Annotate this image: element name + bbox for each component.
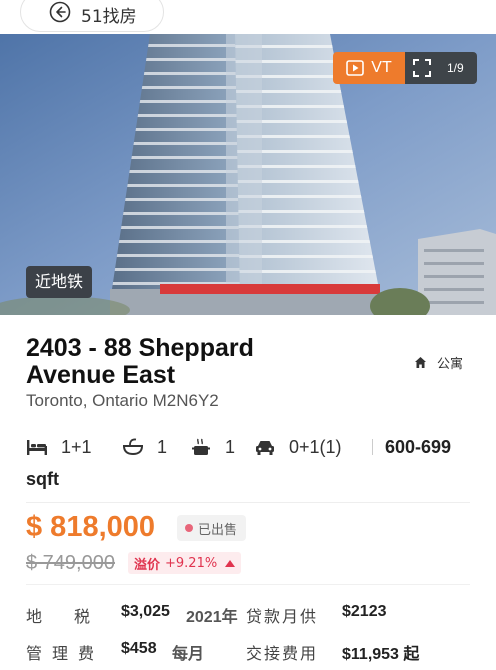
listing-price: $ 818,000 (26, 511, 156, 543)
specs-row: 1+1 1 1 0+1(1) 600-699 (26, 433, 472, 461)
spec-parking: 0+1(1) (254, 437, 370, 458)
virtual-tour-label: VT (371, 59, 392, 76)
kitchen-icon (192, 438, 210, 455)
status-dot-icon (185, 524, 193, 532)
bath-icon (122, 438, 144, 456)
management-fee-value: $458 (121, 640, 157, 657)
bedrooms-value: 1+1 (61, 436, 92, 457)
detail-row-tax: 地 税 $3,025 2021年 贷款月供 $2123 (26, 603, 486, 626)
top-bar: 51找房 (0, 0, 496, 34)
spec-bathrooms: 1 (122, 437, 190, 458)
size-range: 600-699 (385, 436, 452, 457)
car-icon (256, 441, 274, 455)
back-arrow-icon (49, 1, 71, 23)
detail-row-fees: 管理费 $458 每月 交接费用 $11,953 起 (26, 640, 486, 663)
expand-icon (413, 59, 431, 77)
tax-year: 2021年 (186, 609, 238, 626)
spec-kitchens: 1 (190, 437, 254, 458)
closing-cost-label: 交接费用 (246, 644, 319, 663)
property-type: 公寓 (414, 353, 463, 372)
spec-divider (372, 439, 373, 455)
back-button[interactable]: 51找房 (20, 0, 164, 32)
listing-address: Toronto, Ontario M2N6Y2 (26, 391, 219, 410)
sold-status-badge: 已出售 (177, 515, 247, 541)
closing-cost-value: $11,953 起 (342, 646, 420, 663)
title-line-2: Avenue East (26, 361, 176, 389)
play-icon (346, 60, 365, 76)
mortgage-value: $2123 (342, 603, 387, 620)
tax-value: $3,025 (121, 603, 170, 620)
virtual-tour-button[interactable]: VT (333, 52, 405, 84)
bathrooms-value: 1 (157, 436, 168, 457)
divider (26, 502, 470, 503)
premium-badge: 溢价 +9.21% (128, 552, 242, 574)
back-button-label: 51找房 (81, 6, 137, 27)
photo-counter: 1/9 (447, 61, 464, 75)
near-subway-badge: 近地铁 (26, 266, 93, 298)
size-unit: sqft (26, 469, 59, 489)
property-type-label: 公寓 (437, 357, 464, 372)
tax-label: 地 税 (26, 607, 91, 626)
bed-icon (27, 440, 47, 455)
parking-value: 0+1(1) (289, 436, 342, 457)
listing-photo[interactable]: VT 1/9 近地铁 (0, 34, 496, 315)
management-fee-label: 管理费 (26, 644, 105, 663)
premium-label: 溢价 (134, 557, 161, 573)
spec-bedrooms: 1+1 (26, 437, 122, 458)
mortgage-label: 贷款月供 (246, 607, 319, 626)
kitchens-value: 1 (225, 436, 236, 457)
home-icon (415, 357, 426, 368)
gallery-fullscreen-button[interactable]: 1/9 (405, 52, 477, 84)
sold-status-label: 已出售 (198, 522, 238, 538)
management-fee-period: 每月 (172, 646, 205, 663)
up-triangle-icon (225, 559, 236, 567)
original-price: $ 749,000 (26, 552, 115, 574)
title-line-1: 2403 - 88 Sheppard (26, 334, 254, 362)
divider (26, 584, 470, 585)
premium-value: +9.21% (165, 555, 218, 571)
listing-title: 2403 - 88 Sheppard Avenue East (26, 335, 346, 389)
